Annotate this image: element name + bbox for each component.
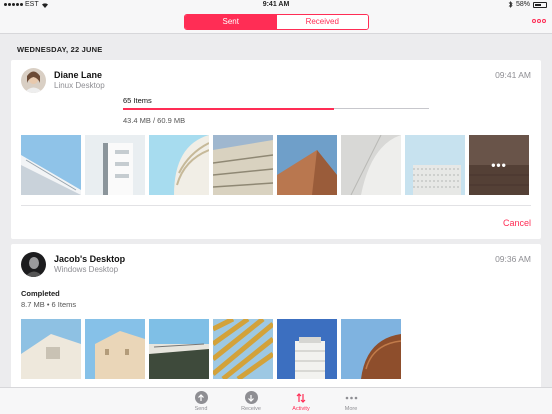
photo-thumbnail[interactable] [341,319,401,379]
tab-receive[interactable]: Receive [231,391,271,412]
more-circle-icon[interactable] [532,19,546,23]
ellipsis-icon [345,391,358,404]
status-time: 9:41 AM [262,1,290,8]
photo-thumbnail[interactable] [21,319,81,379]
tab-label: Receive [241,406,261,412]
status-label: Completed [21,289,60,298]
arrow-up-icon [194,391,208,404]
thumbnail-strip [21,319,401,379]
arrow-down-icon [244,391,258,404]
avatar [21,68,46,93]
photo-thumbnail[interactable] [277,135,337,195]
transfer-card: Diane Lane Linux Desktop 09:41 AM 65 Ite… [11,60,541,239]
tab-sent[interactable]: Sent [185,15,277,29]
battery-percent: 58% [515,1,530,8]
photo-thumbnail[interactable] [213,319,273,379]
sent-received-segmented-control: Sent Received [184,14,369,30]
sender-name: Diane Lane [54,70,103,80]
more-photos-thumbnail[interactable]: ••• [469,135,529,195]
tab-label: Activity [292,406,310,412]
transfer-time: 09:41 AM [495,70,531,80]
more-photos-overlay: ••• [469,135,529,195]
tab-activity[interactable]: Activity [281,391,321,412]
progress-bar [123,107,429,110]
photo-thumbnail[interactable] [21,135,81,195]
photo-thumbnail[interactable] [85,135,145,195]
tab-send[interactable]: Send [181,391,221,412]
photo-thumbnail[interactable] [277,319,337,379]
device-label: Linux Desktop [54,81,105,90]
status-right: 58% [508,1,547,8]
progress-fill [123,107,335,110]
cancel-button[interactable]: Cancel [503,218,531,228]
battery-icon [533,1,547,8]
items-count: 65 Items [123,96,152,105]
photo-thumbnail[interactable] [85,319,145,379]
avatar [21,252,46,277]
size-progress-text: 43.4 MB / 60.9 MB [123,116,186,125]
photo-thumbnail[interactable] [405,135,465,195]
thumbnail-strip: ••• [21,135,529,195]
tab-label: Send [194,406,208,412]
tab-more[interactable]: More [331,391,371,412]
photo-thumbnail[interactable] [213,135,273,195]
date-header: WEDNESDAY, 22 JUNE [17,45,103,54]
transfer-time: 09:36 AM [495,254,531,264]
photo-thumbnail[interactable] [149,135,209,195]
device-label: Windows Desktop [54,265,119,274]
transfer-card: Jacob's Desktop Windows Desktop 09:36 AM… [11,244,541,389]
photo-thumbnail[interactable] [149,319,209,379]
sender-name: Jacob's Desktop [54,254,126,264]
photo-thumbnail[interactable] [341,135,401,195]
bluetooth-icon [508,1,513,8]
status-bar: EST 9:41 AM 58% [0,0,552,11]
bottom-tab-bar: Send Receive Activity More [0,387,552,414]
tab-label: More [344,406,358,412]
card-divider [21,205,531,206]
tab-received[interactable]: Received [276,15,368,29]
top-nav: Sent Received [0,11,552,34]
transfer-meta: 8.7 MB • 6 Items [21,300,77,309]
transfer-arrows-icon [295,391,308,404]
